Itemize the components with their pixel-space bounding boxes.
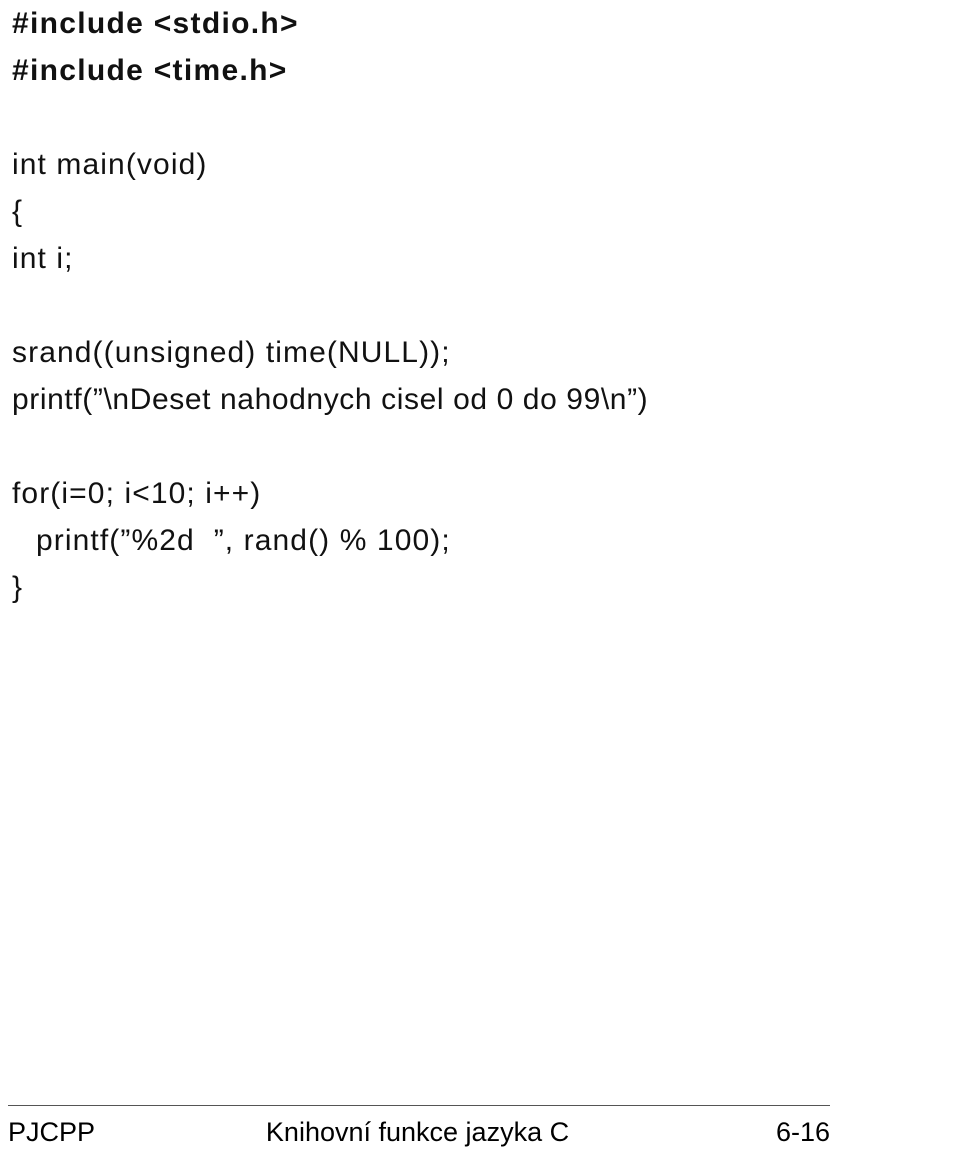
code-line: #include <time.h> [12,54,288,87]
footer-divider [8,1105,830,1106]
code-listing: #include <stdio.h> #include <time.h> int m… [12,0,952,611]
code-line: #include <stdio.h> [12,7,299,40]
footer-title: Knihovní funkce jazyka C [265,1117,570,1147]
code-line: { [12,195,24,228]
code-line: printf(”%2d ”, rand() % 100); [36,524,451,557]
slide-content: #include <stdio.h> #include <time.h> int m… [0,0,960,1085]
code-line: for(i=0; i<10; i++) [12,477,262,510]
footer-row: PJCPP Knihovní funkce jazyka C 6-16 [8,1116,830,1149]
footer-page-number: 6-16 [775,1117,830,1147]
footer-course-code: PJCPP [8,1117,96,1147]
code-line: } [12,571,24,604]
code-line: srand((unsigned) time(NULL)); [12,336,451,369]
code-line: int main(void) [12,148,208,181]
code-line: printf(”\nDeset nahodnych cisel od 0 do … [12,383,649,416]
slide-footer: PJCPP Knihovní funkce jazyka C 6-16 [8,1105,830,1149]
code-line: int i; [12,242,74,275]
